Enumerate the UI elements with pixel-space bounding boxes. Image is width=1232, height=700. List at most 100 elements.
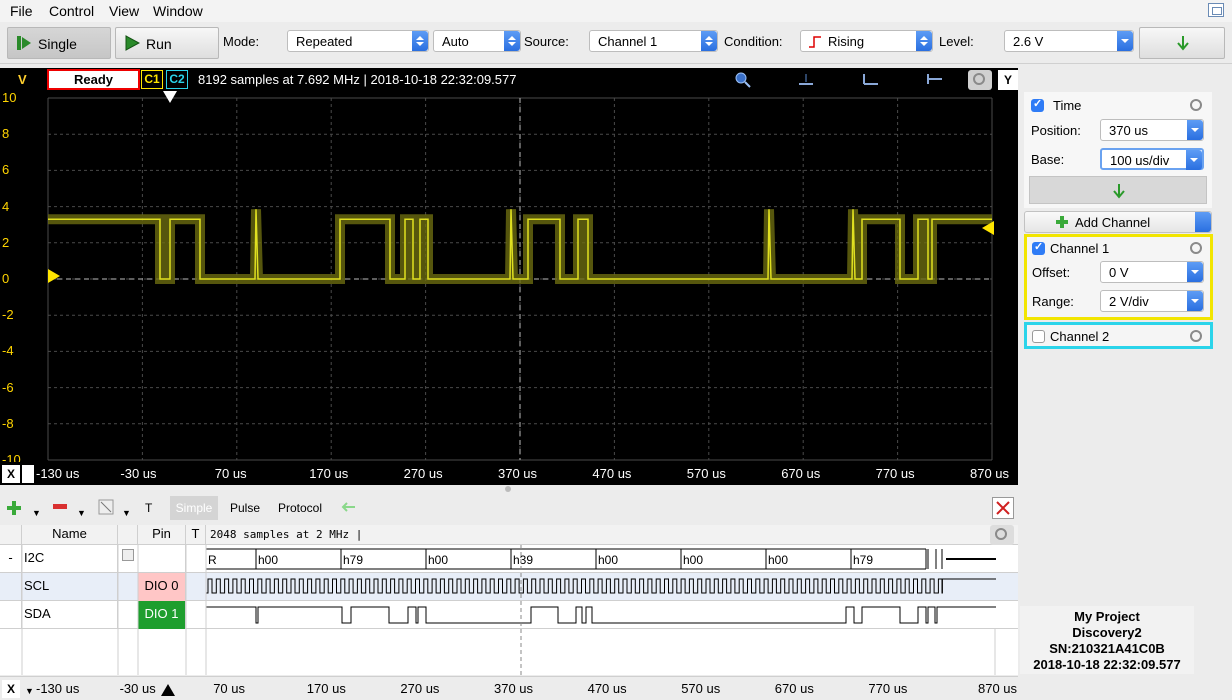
x-tick-label: 570 us: [686, 466, 726, 481]
channel-1-tag[interactable]: C1: [141, 70, 163, 89]
align-left-icon[interactable]: [862, 72, 880, 86]
chevron-down-icon[interactable]: ▼: [32, 508, 41, 518]
y-tick-label: -4: [2, 343, 14, 359]
logic-sample-info: 2048 samples at 2 MHz |: [210, 528, 363, 541]
auto-select[interactable]: Auto: [433, 30, 521, 52]
mode-label: Mode:: [223, 34, 260, 49]
device-model: Discovery2: [1072, 625, 1142, 640]
gear-icon[interactable]: [1190, 242, 1202, 254]
channel-1-checkbox[interactable]: [1032, 240, 1045, 255]
logic-x-tick-label: 670 us: [774, 681, 814, 696]
base-select[interactable]: 100 us/div: [1100, 148, 1204, 170]
range-select[interactable]: 2 V/div: [1100, 290, 1204, 312]
tab-t[interactable]: T: [145, 501, 152, 515]
chevron-down-icon: [1186, 150, 1202, 170]
x-axis-button[interactable]: X: [2, 465, 20, 483]
base-label: Base:: [1031, 152, 1065, 167]
y-tick-label: -6: [2, 379, 14, 395]
splitter-handle[interactable]: [505, 486, 511, 492]
arrow-left-icon[interactable]: [340, 501, 356, 513]
trigger-position-marker[interactable]: [163, 91, 177, 103]
time-checkbox[interactable]: [1031, 97, 1044, 112]
y-tick-label: 4: [2, 198, 10, 214]
time-panel: Time Position: 370 us Base: 100 us/div: [1024, 92, 1212, 208]
chevron-down-icon[interactable]: ▼: [25, 686, 34, 696]
apply-time-button[interactable]: [1029, 176, 1207, 204]
zoom-icon[interactable]: [734, 71, 752, 89]
channel-2-checkbox[interactable]: [1032, 330, 1045, 343]
edit-icon[interactable]: [98, 499, 114, 515]
chevron-down-icon[interactable]: ▼: [122, 508, 131, 518]
y-unit-label: V: [18, 72, 27, 87]
y-tick-label: 8: [2, 126, 10, 142]
y-tick-label: 6: [2, 162, 10, 178]
chevron-updown-icon: [916, 31, 932, 51]
status-badge: Ready: [47, 69, 140, 90]
chevron-down-icon[interactable]: [1195, 212, 1211, 232]
minus-icon[interactable]: [52, 502, 68, 512]
logic-x-axis-button[interactable]: X: [2, 680, 20, 698]
source-select[interactable]: Channel 1: [589, 30, 718, 52]
position-select[interactable]: 370 us: [1100, 119, 1204, 141]
single-label: Single: [38, 36, 77, 52]
logic-table: Name Pin T 2048 samples at 2 MHz | - I2C S…: [0, 525, 1018, 675]
chevron-down-icon[interactable]: ▼: [77, 508, 86, 518]
scope-plot[interactable]: [0, 68, 1018, 485]
menu-file[interactable]: File: [10, 3, 33, 19]
logic-grid: [21, 545, 996, 675]
add-channel-button[interactable]: Add Channel: [1024, 211, 1212, 233]
play-icon: [125, 35, 140, 51]
chevron-updown-icon: [504, 31, 520, 51]
menu-view[interactable]: View: [109, 3, 139, 19]
plus-icon[interactable]: [6, 500, 22, 516]
align-right-icon[interactable]: [926, 72, 944, 86]
arrow-down-icon: [1113, 184, 1125, 199]
mode-select[interactable]: Repeated: [287, 30, 429, 52]
logic-x-tick-label: 470 us: [587, 681, 627, 696]
menu-control[interactable]: Control: [49, 3, 94, 19]
apply-down-button[interactable]: [1139, 27, 1225, 59]
gear-icon[interactable]: [1190, 99, 1202, 111]
logic-settings-button[interactable]: [990, 525, 1014, 545]
logic-x-tick-label: 770 us: [868, 681, 908, 696]
tab-protocol[interactable]: Protocol: [278, 501, 322, 515]
x-tick-label: 370 us: [498, 466, 538, 481]
y-axis-button[interactable]: Y: [998, 70, 1018, 90]
tab-pulse[interactable]: Pulse: [230, 501, 260, 515]
run-button[interactable]: Run: [115, 27, 219, 59]
menu-window[interactable]: Window: [153, 3, 203, 19]
y-tick-label: 10: [2, 90, 17, 105]
cursor-tool-icon[interactable]: [797, 72, 815, 86]
gear-icon: [995, 528, 1007, 540]
arrow-down-icon: [1177, 36, 1189, 51]
position-label: Position:: [1031, 123, 1081, 138]
channel-2-panel: Channel 2: [1024, 322, 1213, 349]
scope-settings-button[interactable]: [968, 70, 992, 90]
acquisition-info: 8192 samples at 7.692 MHz | 2018-10-18 2…: [198, 72, 517, 87]
channel-1-offset-marker[interactable]: [48, 269, 62, 283]
single-button[interactable]: Single: [7, 27, 111, 59]
logic-x-tick-label: 70 us: [213, 681, 245, 696]
window-restore-icon[interactable]: [1208, 3, 1224, 17]
trigger-position-marker[interactable]: [161, 684, 175, 696]
rising-edge-icon: [809, 36, 821, 48]
gear-icon[interactable]: [1190, 330, 1202, 342]
trigger-level-marker[interactable]: [980, 221, 994, 235]
chevron-down-icon: [1187, 120, 1203, 140]
logic-x-tick-label: 170 us: [306, 681, 346, 696]
x-tick-label: 670 us: [781, 466, 821, 481]
close-logic-button[interactable]: [992, 497, 1014, 519]
x-tick-label: 270 us: [403, 466, 443, 481]
offset-select[interactable]: 0 V: [1100, 261, 1204, 283]
condition-select[interactable]: Rising: [800, 30, 933, 52]
logic-x-tick-label: 270 us: [400, 681, 440, 696]
tab-simple[interactable]: Simple: [170, 496, 218, 520]
chevron-down-icon[interactable]: [22, 465, 34, 483]
logic-toolbar: ▼ ▼ ▼ T Simple Pulse Protocol: [0, 496, 1018, 520]
chevron-down-icon: [1187, 262, 1203, 282]
project-name: My Project: [1074, 609, 1140, 624]
level-select[interactable]: 2.6 V: [1004, 30, 1134, 52]
x-tick-label: 470 us: [592, 466, 632, 481]
channel-2-tag[interactable]: C2: [166, 70, 188, 89]
x-tick-label: 770 us: [875, 466, 915, 481]
